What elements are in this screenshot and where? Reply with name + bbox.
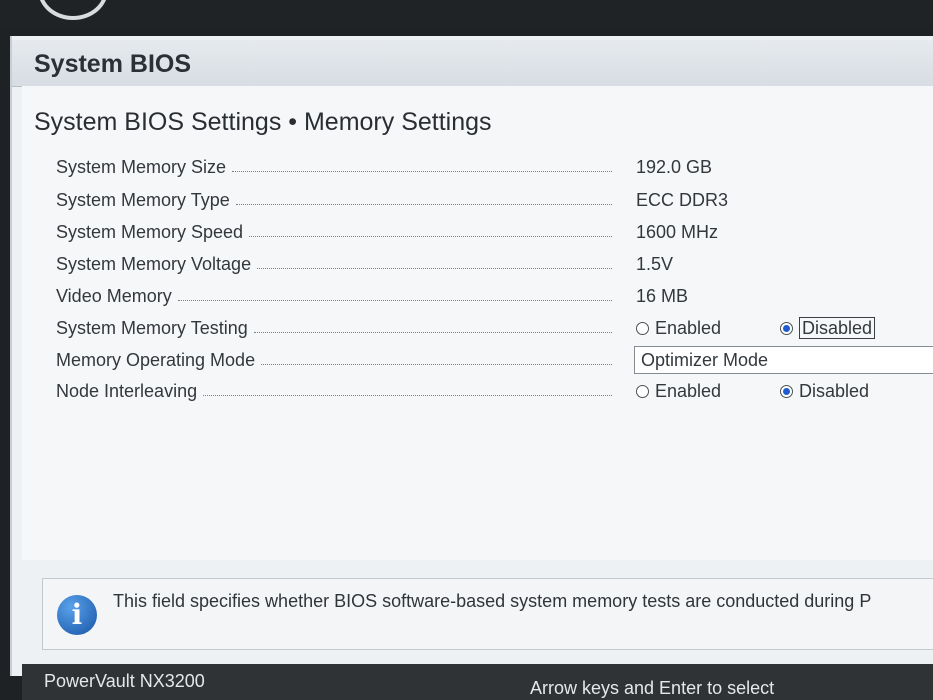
node-interleaving-enabled-radio[interactable]: Enabled — [636, 381, 721, 402]
leader-dots — [177, 299, 612, 301]
leader-dots — [203, 394, 612, 396]
setting-label: System Memory Size — [56, 156, 227, 177]
setting-value: 192.0 GB — [636, 157, 713, 177]
setting-row-memory-type: System Memory Type ECC DDR3 — [56, 185, 933, 215]
node-interleaving-disabled-radio[interactable]: Disabled — [780, 381, 869, 402]
top-bar — [0, 0, 933, 26]
app-title: System BIOS — [34, 50, 192, 78]
leader-dots — [235, 203, 612, 205]
operating-mode-select[interactable]: Optimizer Mode — [634, 346, 933, 374]
leader-dots — [257, 267, 612, 269]
settings-panel: System BIOS Settings • Memory Settings S… — [22, 86, 933, 560]
setting-label: System Memory Testing — [56, 317, 248, 338]
setting-label: Node Interleaving — [56, 380, 198, 401]
setting-label: System Memory Type — [56, 189, 230, 210]
model-name: PowerVault NX3200 — [44, 671, 205, 691]
memory-testing-disabled-radio[interactable]: Disabled — [780, 317, 876, 339]
setting-value: 1.5V — [636, 254, 674, 274]
logo — [38, 0, 108, 20]
setting-row-memory-voltage: System Memory Voltage 1.5V — [56, 249, 933, 279]
setting-value: 1600 MHz — [636, 222, 719, 242]
leader-dots — [232, 170, 612, 172]
setting-row-memory-testing: System Memory Testing Enabled Disabled — [56, 313, 933, 343]
leader-dots — [249, 235, 612, 237]
setting-label: System Memory Speed — [56, 221, 244, 242]
radio-on-icon — [780, 322, 793, 335]
setting-row-node-interleaving: Node Interleaving Enabled Disabled — [56, 376, 933, 406]
setting-row-operating-mode: Memory Operating Mode Optimizer Mode — [56, 345, 933, 375]
setting-value: ECC DDR3 — [636, 190, 729, 210]
leader-dots — [253, 331, 612, 333]
help-panel: i This field specifies whether BIOS soft… — [42, 578, 933, 650]
memory-testing-enabled-radio[interactable]: Enabled — [636, 318, 721, 339]
radio-off-icon — [636, 385, 649, 398]
info-icon: i — [57, 595, 97, 635]
setting-label: Video Memory — [56, 285, 172, 306]
help-text: This field specifies whether BIOS softwa… — [113, 591, 872, 611]
setting-row-memory-size: System Memory Size 192.0 GB — [56, 152, 933, 182]
leader-dots — [261, 363, 612, 365]
title-bar: System BIOS — [12, 40, 933, 87]
radio-off-icon — [636, 322, 649, 335]
setting-value: 16 MB — [636, 286, 689, 306]
setting-row-video-memory: Video Memory 16 MB — [56, 281, 933, 311]
setting-label: Memory Operating Mode — [56, 349, 256, 370]
navigation-hint: Arrow keys and Enter to select — [530, 678, 775, 698]
radio-on-icon — [780, 385, 793, 398]
status-bar: PowerVault NX3200 Arrow keys and Enter t… — [22, 664, 933, 700]
page-title: System BIOS Settings • Memory Settings — [34, 108, 492, 136]
setting-row-memory-speed: System Memory Speed 1600 MHz — [56, 217, 933, 247]
setting-label: System Memory Voltage — [56, 253, 252, 274]
